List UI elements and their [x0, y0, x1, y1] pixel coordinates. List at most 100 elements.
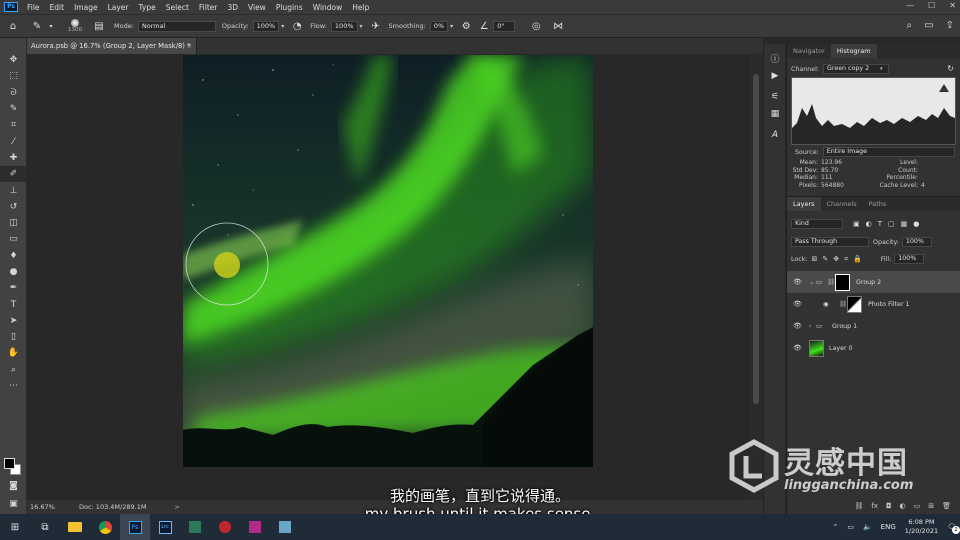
visibility-eye-icon[interactable]: 👁	[793, 278, 802, 286]
menu-plugins[interactable]: Plugins	[271, 3, 308, 12]
brush-settings-icon[interactable]: ▤	[92, 19, 106, 33]
pressure-opacity-icon[interactable]: ◔	[290, 19, 304, 33]
lasso-tool-icon[interactable]: ᘐ	[0, 85, 27, 101]
tab-paths[interactable]: Paths	[863, 197, 893, 211]
menu-filter[interactable]: Filter	[194, 3, 223, 12]
tab-layers[interactable]: Layers	[787, 197, 821, 211]
canvas-area[interactable]	[27, 54, 749, 500]
angle-input[interactable]: 0°	[493, 20, 516, 32]
airbrush-icon[interactable]: ✈	[369, 19, 383, 33]
app-icon-green[interactable]	[180, 514, 210, 540]
layer-row-group-1[interactable]: 👁 › ▭ Group 1	[787, 315, 960, 337]
chain-link-icon[interactable]: ⛓	[827, 278, 835, 286]
photoshop-taskbar-icon[interactable]: Ps	[120, 514, 150, 540]
zoom-tool-icon[interactable]: ⌕	[0, 362, 27, 378]
close-window-button[interactable]: ✕	[949, 1, 956, 10]
type-tool-icon[interactable]: T	[0, 296, 27, 312]
menu-layer[interactable]: Layer	[103, 3, 134, 12]
brush-preset-picker[interactable]: 1300	[64, 19, 86, 33]
menu-window[interactable]: Window	[308, 3, 348, 12]
brush-tool-icon[interactable]: ✎	[30, 19, 44, 33]
blend-mode-select[interactable]: Pass Through	[791, 237, 869, 247]
mode-select[interactable]: Normal	[137, 20, 216, 32]
quick-select-tool-icon[interactable]: ✎	[0, 101, 27, 117]
network-icon[interactable]: ▭	[847, 523, 854, 531]
clock[interactable]: 6:08 PM 1/20/2021	[905, 518, 938, 536]
layer-filter-icons[interactable]: ▣◐T▢▦●	[853, 220, 925, 228]
foreground-color-swatch[interactable]	[4, 458, 15, 469]
lock-icons[interactable]: ⊠✎✥⌗🔒	[811, 255, 866, 264]
gear-icon[interactable]: ⚙	[459, 19, 473, 33]
visibility-eye-icon[interactable]: 👁	[793, 322, 802, 330]
chevron-down-icon[interactable]: ▾	[450, 23, 453, 30]
character-icon[interactable]: 𝘈	[764, 126, 786, 143]
chrome-icon[interactable]	[90, 514, 120, 540]
menu-3d[interactable]: 3D	[222, 3, 243, 12]
eraser-tool-icon[interactable]: ◫	[0, 215, 27, 231]
menu-type[interactable]: Type	[134, 3, 161, 12]
app-icon-purple[interactable]	[240, 514, 270, 540]
task-view-icon[interactable]: ⧉	[30, 514, 60, 540]
move-tool-icon[interactable]: ✥	[0, 52, 27, 68]
layer-row-group-2[interactable]: 👁 ⌄ ▭ ⛓ Group 2	[787, 271, 960, 293]
home-icon[interactable]: ⌂	[6, 19, 20, 33]
menu-image[interactable]: Image	[69, 3, 103, 12]
layer-row-photo-filter-1[interactable]: 👁 ◉ ⛓ Photo Filter 1	[787, 293, 960, 315]
layer-row-layer-0[interactable]: 👁 Layer 0	[787, 337, 960, 359]
symmetry-icon[interactable]: ⋈	[551, 19, 565, 33]
app-icon-blue[interactable]	[270, 514, 300, 540]
path-selection-tool-icon[interactable]: ➤	[0, 313, 27, 329]
language-indicator[interactable]: ENG	[881, 523, 896, 531]
visibility-eye-icon[interactable]: 👁	[793, 344, 802, 352]
aurora-artwork[interactable]	[183, 55, 593, 467]
menu-edit[interactable]: Edit	[45, 3, 70, 12]
chain-link-icon[interactable]: ⛓	[839, 300, 847, 308]
menu-file[interactable]: File	[22, 3, 45, 12]
expand-chevron-icon[interactable]: ⌄	[809, 279, 814, 286]
layer-mask-thumbnail[interactable]	[847, 295, 862, 313]
tab-channels[interactable]: Channels	[821, 197, 863, 211]
file-explorer-icon[interactable]	[60, 514, 90, 540]
app-icon-red[interactable]	[210, 514, 240, 540]
search-icon[interactable]: ⌕	[907, 20, 913, 31]
workspace-icon[interactable]: ▭	[924, 20, 933, 31]
dodge-tool-icon[interactable]: ●	[0, 264, 27, 280]
eyedropper-tool-icon[interactable]: ⁄	[0, 133, 27, 149]
history-brush-tool-icon[interactable]: ↺	[0, 199, 27, 215]
gradient-tool-icon[interactable]: ▭	[0, 231, 27, 247]
pen-tool-icon[interactable]: ✒	[0, 280, 27, 296]
layer-mask-thumbnail[interactable]	[835, 273, 850, 291]
layer-thumbnail[interactable]	[809, 339, 824, 357]
menu-help[interactable]: Help	[347, 3, 374, 12]
more-tools-icon[interactable]: ⋯	[0, 378, 27, 394]
source-select[interactable]: Entire Image	[822, 147, 955, 157]
opacity-input[interactable]: 100%	[252, 20, 280, 32]
layer-opacity-input[interactable]: 100%	[901, 237, 932, 247]
minimize-button[interactable]: —	[906, 1, 914, 10]
share-icon[interactable]: ⇪	[946, 20, 954, 31]
healing-brush-tool-icon[interactable]: ✚	[0, 150, 27, 166]
refresh-icon[interactable]: ↻	[947, 64, 954, 73]
chevron-down-icon[interactable]: ▾	[44, 19, 58, 33]
document-tab[interactable]: Aurora.psb @ 16.7% (Group 2, Layer Mask/…	[27, 38, 197, 54]
shape-tool-icon[interactable]: ▯	[0, 329, 27, 345]
brush-tool-icon[interactable]: ✐	[0, 166, 27, 183]
hand-tool-icon[interactable]: ✋	[0, 345, 27, 361]
chevron-down-icon[interactable]: ▾	[281, 23, 284, 30]
info-icon[interactable]: ⓘ	[764, 50, 786, 67]
visibility-eye-icon[interactable]: 👁	[793, 300, 802, 308]
tab-navigator[interactable]: Navigator	[787, 44, 831, 58]
play-action-icon[interactable]: ▶	[764, 67, 786, 84]
fill-input[interactable]: 100%	[894, 254, 925, 264]
scrollbar-thumb[interactable]	[753, 74, 759, 404]
volume-icon[interactable]: 🔈	[863, 523, 872, 531]
pressure-size-icon[interactable]: ◎	[529, 19, 543, 33]
clone-stamp-tool-icon[interactable]: ⊥	[0, 182, 27, 198]
vertical-scrollbar[interactable]	[750, 54, 763, 500]
close-tab-icon[interactable]: ×	[186, 38, 192, 54]
notifications-icon[interactable]: 🗨2	[947, 523, 960, 534]
crop-tool-icon[interactable]: ⌗	[0, 117, 27, 133]
marquee-tool-icon[interactable]: ⬚	[0, 68, 27, 84]
layer-filter-kind[interactable]: Kind	[791, 219, 843, 229]
tab-histogram[interactable]: Histogram	[830, 44, 877, 58]
